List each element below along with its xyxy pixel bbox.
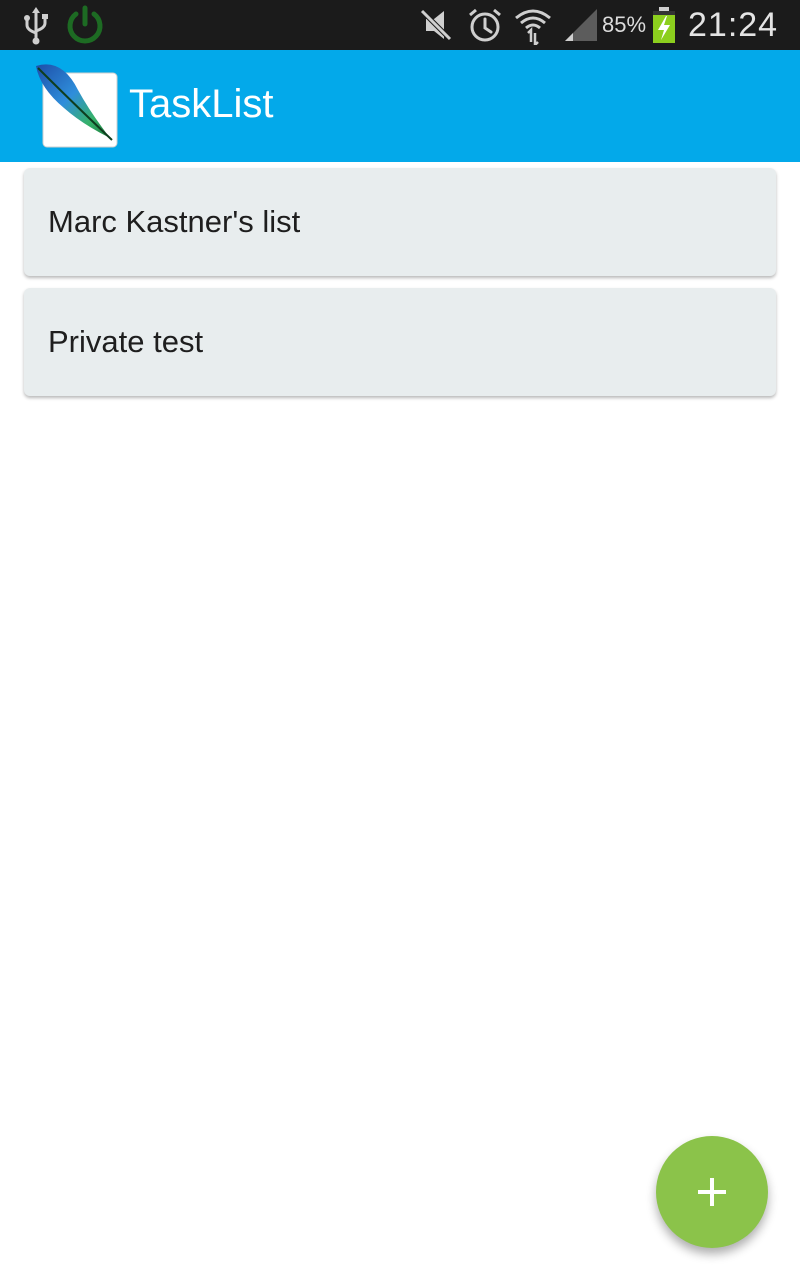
signal-icon: [560, 0, 600, 50]
add-list-button[interactable]: [656, 1136, 768, 1248]
list-item-label: Marc Kastner's list: [48, 204, 301, 239]
alarm-icon: [464, 0, 506, 50]
feather-logo-icon: [30, 60, 122, 152]
usb-icon: [18, 0, 54, 50]
plus-icon: [698, 1178, 726, 1206]
list-item-label: Private test: [48, 324, 204, 359]
app-title: TaskList: [129, 82, 274, 126]
list-item[interactable]: Marc Kastner's list: [24, 168, 776, 276]
status-bar: 85% 21:24: [0, 0, 800, 50]
power-icon: [62, 0, 108, 50]
clock: 21:24: [688, 6, 779, 44]
list-item[interactable]: Private test: [24, 288, 776, 396]
battery-percentage: 85%: [602, 12, 647, 37]
wifi-icon: [512, 0, 554, 50]
battery-charging-icon: [650, 0, 678, 50]
mute-icon: [416, 0, 456, 50]
app-bar: TaskList: [0, 50, 800, 162]
